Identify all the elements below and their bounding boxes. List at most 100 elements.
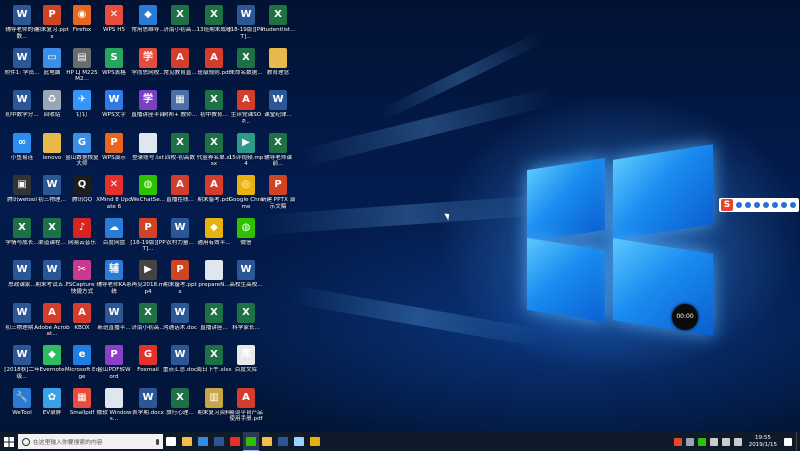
desktop-icon[interactable]: A 班级规则.pdf bbox=[196, 45, 232, 89]
desktop-icon[interactable]: ▶ 15评视频.mp4 bbox=[228, 130, 264, 174]
ime-toolbar[interactable]: S bbox=[719, 198, 799, 212]
desktop-icon[interactable]: A 期末备考.pdf bbox=[196, 172, 232, 216]
desktop-icon[interactable]: X 济南小初高... bbox=[130, 300, 166, 344]
volume-icon[interactable] bbox=[721, 437, 730, 446]
desktop-icon[interactable]: A 生评党课SOP... bbox=[228, 87, 264, 131]
desktop-icon[interactable]: X 辅导老师课前... bbox=[260, 130, 296, 174]
desktop-icon[interactable]: ▦ Smallpdf bbox=[64, 385, 100, 429]
desktop-icon[interactable]: X 科学家长... bbox=[228, 300, 264, 344]
desktop-icon[interactable]: ✈ 钉钉 bbox=[64, 87, 100, 131]
desktop-icon[interactable]: W 新班直播平... bbox=[96, 300, 132, 344]
sogou-ime-icon[interactable]: S bbox=[721, 199, 733, 211]
desktop-icon[interactable]: X 四校-初高数 bbox=[162, 130, 198, 174]
start-button[interactable] bbox=[0, 432, 18, 451]
desktop-icon[interactable]: A 易词平台产品使用手册.pdf bbox=[228, 385, 264, 429]
desktop-icon[interactable]: X 代金券名单.xlsx bbox=[196, 130, 232, 174]
ime-tool-icon[interactable] bbox=[736, 202, 742, 208]
desktop-icon[interactable]: W [18-19版][PPT]... bbox=[228, 2, 264, 46]
ime-tool-icon[interactable] bbox=[745, 202, 751, 208]
desktop-icon[interactable]: ◆ 常用思维导... bbox=[130, 2, 166, 46]
desktop-icon[interactable]: ✕ XMind 8 Update 6 bbox=[96, 172, 132, 216]
ime-tool-icon[interactable] bbox=[763, 202, 769, 208]
desktop-icon[interactable]: P WPS演示 bbox=[96, 130, 132, 174]
desktop-icon[interactable]: Q 腾讯QQ bbox=[64, 172, 100, 216]
sogou-tray-icon[interactable] bbox=[673, 437, 682, 446]
desktop-icon[interactable]: ◆ 通用有效平... bbox=[196, 215, 232, 259]
desktop-icon[interactable]: ✂ FSCapture - 快捷方式 bbox=[64, 257, 100, 301]
desktop-icon[interactable]: ▤ HP LJ M225M2... bbox=[64, 45, 100, 89]
folder-icon bbox=[269, 47, 287, 68]
taskbar-app-button[interactable] bbox=[163, 432, 179, 451]
taskbar-app-button[interactable] bbox=[275, 432, 291, 451]
desktop-icon[interactable]: 学直播讲座平台 bbox=[130, 87, 166, 131]
desktop-icon[interactable]: 教育理念 bbox=[260, 45, 296, 89]
taskbar-app-button[interactable] bbox=[179, 432, 195, 451]
desktop-icon[interactable]: 微软 Windows... bbox=[96, 385, 132, 429]
desktop-icon[interactable]: P [18-19版][PPT]... bbox=[130, 215, 166, 259]
desktop-icon[interactable]: ▶ 再见2018.mp4 bbox=[130, 257, 166, 301]
ime-tool-icon[interactable] bbox=[754, 202, 760, 208]
microphone-icon[interactable] bbox=[772, 202, 778, 208]
desktop-icon[interactable]: W 表学期.docx bbox=[130, 385, 166, 429]
desktop-icon[interactable]: ☁ 百度网盘 bbox=[96, 215, 132, 259]
desktop-icon[interactable]: S WPS表格 bbox=[96, 45, 132, 89]
taskbar-app-button[interactable] bbox=[243, 432, 259, 451]
desktop-icon[interactable]: X 直播讲座... bbox=[196, 300, 232, 344]
desktop-icon[interactable]: ▦ 树邦+ 教师... bbox=[162, 87, 198, 131]
ime-tool-icon[interactable] bbox=[790, 202, 796, 208]
desktop-icon[interactable]: W 农村力量... bbox=[162, 215, 198, 259]
network-icon[interactable] bbox=[709, 437, 718, 446]
desktop-icon[interactable]: ◍ 微信 bbox=[228, 215, 264, 259]
icon-glyph: ▭ bbox=[47, 51, 57, 63]
desktop-icon[interactable]: P 金山PDF转Word bbox=[96, 342, 132, 386]
desktop-icon[interactable]: A KBOX bbox=[64, 300, 100, 344]
desktop-icon[interactable]: X 旅行心理... bbox=[162, 385, 198, 429]
taskbar-app-button[interactable] bbox=[227, 432, 243, 451]
tray-up-arrow-icon[interactable] bbox=[685, 437, 694, 446]
taskbar-app-button[interactable] bbox=[211, 432, 227, 451]
show-desktop-button[interactable] bbox=[796, 432, 800, 451]
ime-tool-icon[interactable] bbox=[781, 202, 787, 208]
taskbar-app-button[interactable] bbox=[195, 432, 211, 451]
desktop-icon[interactable]: Xstudentlist... bbox=[260, 2, 296, 46]
wechat-tray-icon[interactable] bbox=[697, 437, 706, 446]
recorder-timer[interactable]: 00:00 bbox=[672, 304, 698, 330]
desktop-icon[interactable]: 学学而思网校... bbox=[130, 45, 166, 89]
desktop-icon[interactable]: 辅辅导老师KA系统 bbox=[96, 257, 132, 301]
desktop-icon[interactable]: W WPS文字 bbox=[96, 87, 132, 131]
desktop-icon[interactable]: G 金山数据恢复大师 bbox=[64, 130, 100, 174]
desktop-icon[interactable]: X 13班期末成绩 bbox=[196, 2, 232, 46]
desktop-icon[interactable]: A 常见教育直... bbox=[162, 45, 198, 89]
desktop-icon[interactable]: W 课堂纪律... bbox=[260, 87, 296, 131]
desktop-icon[interactable]: X 未命名数据... bbox=[228, 45, 264, 89]
desktop-icon[interactable]: A 直播在线... bbox=[162, 172, 198, 216]
desktop-icon[interactable]: ◎ Google Chrome bbox=[228, 172, 264, 216]
desktop-icon[interactable]: P 期末备考.pptx bbox=[162, 257, 198, 301]
desktop-icon[interactable]: W 高校生高校... bbox=[228, 257, 264, 301]
desktop-icon[interactable]: X 周日下午.xlsx bbox=[196, 342, 232, 386]
desktop-icon[interactable]: ◉ Firefox bbox=[64, 2, 100, 46]
desktop-icon[interactable]: X 济南小初高... bbox=[162, 2, 198, 46]
desktop-icon[interactable]: ▥ 期末复习资料 bbox=[196, 385, 232, 429]
ime-mode-icon[interactable] bbox=[733, 437, 742, 446]
desktop-icon[interactable]: ✕ WPS H5 bbox=[96, 2, 132, 46]
desktop-icon[interactable]: X 初中教育... bbox=[196, 87, 232, 131]
desktop-icon[interactable]: P 新建 PPTX 演示文稿 bbox=[260, 172, 296, 216]
clock[interactable]: 19:55 2019/1/15 bbox=[746, 435, 780, 448]
taskbar-app-button[interactable] bbox=[291, 432, 307, 451]
search-box[interactable]: 在这里输入你要搜索的内容 bbox=[18, 434, 163, 449]
desktop-icon[interactable]: prepareN... bbox=[196, 257, 232, 301]
microphone-icon[interactable] bbox=[156, 438, 159, 445]
desktop[interactable]: W 辅导老师的奇数... P 期末复习.pptx ◉ Firefox ✕ WPS H5 ◆ 常用思… bbox=[0, 0, 800, 432]
desktop-icon[interactable]: ♪ 网易云音乐 bbox=[64, 215, 100, 259]
taskbar-app-button[interactable] bbox=[259, 432, 275, 451]
desktop-icon[interactable]: 登录账号.txt bbox=[130, 130, 166, 174]
desktop-icon[interactable]: ◍ WeChatSe... bbox=[130, 172, 166, 216]
notification-icon[interactable] bbox=[784, 437, 792, 446]
desktop-icon[interactable]: W 沟通话术.doc bbox=[162, 300, 198, 344]
desktop-icon[interactable]: G Foxmail bbox=[130, 342, 166, 386]
desktop-icon[interactable]: e Microsoft Edge bbox=[64, 342, 100, 386]
taskbar-app-button[interactable] bbox=[307, 432, 323, 451]
desktop-icon[interactable]: 库百度文库 bbox=[228, 342, 264, 386]
desktop-icon[interactable]: W 重点汇总.doc bbox=[162, 342, 198, 386]
